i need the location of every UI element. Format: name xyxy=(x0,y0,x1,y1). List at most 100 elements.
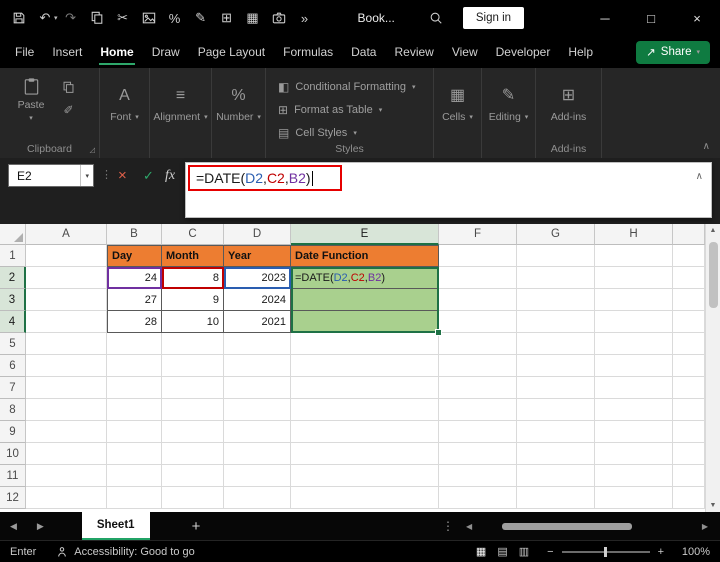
cell-E4[interactable] xyxy=(291,311,439,333)
cell-D4[interactable]: 2021 xyxy=(224,311,291,333)
cell-partial7[interactable] xyxy=(673,377,705,399)
cell-A2[interactable] xyxy=(26,267,107,289)
format-as-table-button[interactable]: ⊞ Format as Table ▾ xyxy=(266,98,433,121)
cell-C6[interactable] xyxy=(162,355,224,377)
cell-partial5[interactable] xyxy=(673,333,705,355)
menu-item-view[interactable]: View xyxy=(443,36,487,68)
cell-H1[interactable] xyxy=(595,245,673,267)
column-header-partial[interactable] xyxy=(673,224,705,245)
cell-B2[interactable]: 24 xyxy=(107,267,162,289)
cell-H4[interactable] xyxy=(595,311,673,333)
vertical-scroll-thumb[interactable] xyxy=(709,242,718,308)
cell-F10[interactable] xyxy=(439,443,517,465)
cell-B7[interactable] xyxy=(107,377,162,399)
zoom-slider-thumb[interactable] xyxy=(604,547,607,557)
editing-group-button[interactable]: ✎ Editing▾ xyxy=(482,68,536,158)
clipboard-dialog-launcher-icon[interactable]: ◿ xyxy=(90,146,95,154)
cell-partial2[interactable] xyxy=(673,267,705,289)
cell-G10[interactable] xyxy=(517,443,595,465)
camera-icon[interactable] xyxy=(266,5,292,31)
cell-D8[interactable] xyxy=(224,399,291,421)
column-header-H[interactable]: H xyxy=(595,224,673,245)
menu-item-home[interactable]: Home xyxy=(91,36,142,68)
scroll-left-icon[interactable]: ◀ xyxy=(462,522,476,531)
cell-E2[interactable]: =DATE(D2,C2,B2) xyxy=(291,267,439,289)
alignment-group-button[interactable]: ≡ Alignment▾ xyxy=(150,68,212,158)
menu-item-insert[interactable]: Insert xyxy=(43,36,91,68)
save-icon[interactable] xyxy=(6,5,32,31)
formula-input[interactable]: =DATE(D2,C2,B2) ∧ xyxy=(185,162,712,218)
vertical-scrollbar[interactable]: ▲ ▼ xyxy=(705,224,720,512)
column-header-G[interactable]: G xyxy=(517,224,595,245)
cell-partial4[interactable] xyxy=(673,311,705,333)
cell-F12[interactable] xyxy=(439,487,517,509)
row-header-7[interactable]: 7 xyxy=(0,377,26,399)
cell-B3[interactable]: 27 xyxy=(107,289,162,311)
cell-A4[interactable] xyxy=(26,311,107,333)
paste-button[interactable]: Paste ▾ xyxy=(8,77,54,122)
zoom-out-icon[interactable]: − xyxy=(547,546,553,558)
cancel-icon[interactable]: × xyxy=(112,167,133,184)
cell-C10[interactable] xyxy=(162,443,224,465)
enter-icon[interactable]: ✓ xyxy=(137,167,160,185)
cell-C12[interactable] xyxy=(162,487,224,509)
accessibility-checker[interactable]: Accessibility: Good to go xyxy=(56,546,194,558)
cell-partial6[interactable] xyxy=(673,355,705,377)
cell-F3[interactable] xyxy=(439,289,517,311)
cell-E9[interactable] xyxy=(291,421,439,443)
zoom-level[interactable]: 100% xyxy=(676,546,710,558)
name-box[interactable]: E2 ▾ xyxy=(8,164,94,187)
font-group-button[interactable]: A Font▾ xyxy=(100,68,150,158)
cell-G6[interactable] xyxy=(517,355,595,377)
horizontal-scroll-thumb[interactable] xyxy=(502,523,632,530)
row-header-10[interactable]: 10 xyxy=(0,443,26,465)
row-header-12[interactable]: 12 xyxy=(0,487,26,509)
row-header-4[interactable]: 4 xyxy=(0,311,26,333)
cell-A5[interactable] xyxy=(26,333,107,355)
cell-F1[interactable] xyxy=(439,245,517,267)
cells-group-button[interactable]: ▦ Cells▾ xyxy=(434,68,482,158)
cell-B1[interactable]: Day xyxy=(107,245,162,267)
formula-bar-drag-handle[interactable]: ⋮ xyxy=(101,168,112,181)
cell-D11[interactable] xyxy=(224,465,291,487)
column-header-D[interactable]: D xyxy=(224,224,291,245)
cell-E11[interactable] xyxy=(291,465,439,487)
cell-A6[interactable] xyxy=(26,355,107,377)
add-sheet-button[interactable]: + xyxy=(192,518,201,535)
cell-G8[interactable] xyxy=(517,399,595,421)
copy-icon[interactable] xyxy=(84,5,110,31)
zoom-in-icon[interactable]: + xyxy=(658,546,664,558)
cell-G7[interactable] xyxy=(517,377,595,399)
cell-C7[interactable] xyxy=(162,377,224,399)
cell-C2[interactable]: 8 xyxy=(162,267,224,289)
cell-H5[interactable] xyxy=(595,333,673,355)
cell-C8[interactable] xyxy=(162,399,224,421)
close-button[interactable]: × xyxy=(674,0,720,36)
cell-partial12[interactable] xyxy=(673,487,705,509)
scroll-down-icon[interactable]: ▼ xyxy=(706,502,720,509)
sheet-nav-right-icon[interactable]: ▶ xyxy=(27,521,54,532)
cell-G4[interactable] xyxy=(517,311,595,333)
sheet-nav-left-icon[interactable]: ◀ xyxy=(0,521,27,532)
cell-B10[interactable] xyxy=(107,443,162,465)
format-painter-icon[interactable]: ✐ xyxy=(63,103,73,117)
insert-table-icon[interactable]: ⊞ xyxy=(214,5,240,31)
menu-item-draw[interactable]: Draw xyxy=(143,36,189,68)
cell-F11[interactable] xyxy=(439,465,517,487)
insert-function-icon[interactable]: fx xyxy=(159,167,181,185)
column-header-E[interactable]: E xyxy=(291,224,439,245)
cell-H6[interactable] xyxy=(595,355,673,377)
cell-C5[interactable] xyxy=(162,333,224,355)
cell-H9[interactable] xyxy=(595,421,673,443)
cell-H12[interactable] xyxy=(595,487,673,509)
cell-D9[interactable] xyxy=(224,421,291,443)
cell-A12[interactable] xyxy=(26,487,107,509)
menu-item-file[interactable]: File xyxy=(6,36,43,68)
sheet-options-icon[interactable]: ⋮ xyxy=(442,519,454,533)
conditional-formatting-button[interactable]: ◧ Conditional Formatting ▾ xyxy=(266,75,433,98)
cell-D5[interactable] xyxy=(224,333,291,355)
collapse-formula-bar-icon[interactable]: ∧ xyxy=(696,171,703,182)
sign-in-button[interactable]: Sign in xyxy=(463,7,524,29)
share-button[interactable]: ↗ Share ▾ xyxy=(636,41,710,64)
column-header-C[interactable]: C xyxy=(162,224,224,245)
